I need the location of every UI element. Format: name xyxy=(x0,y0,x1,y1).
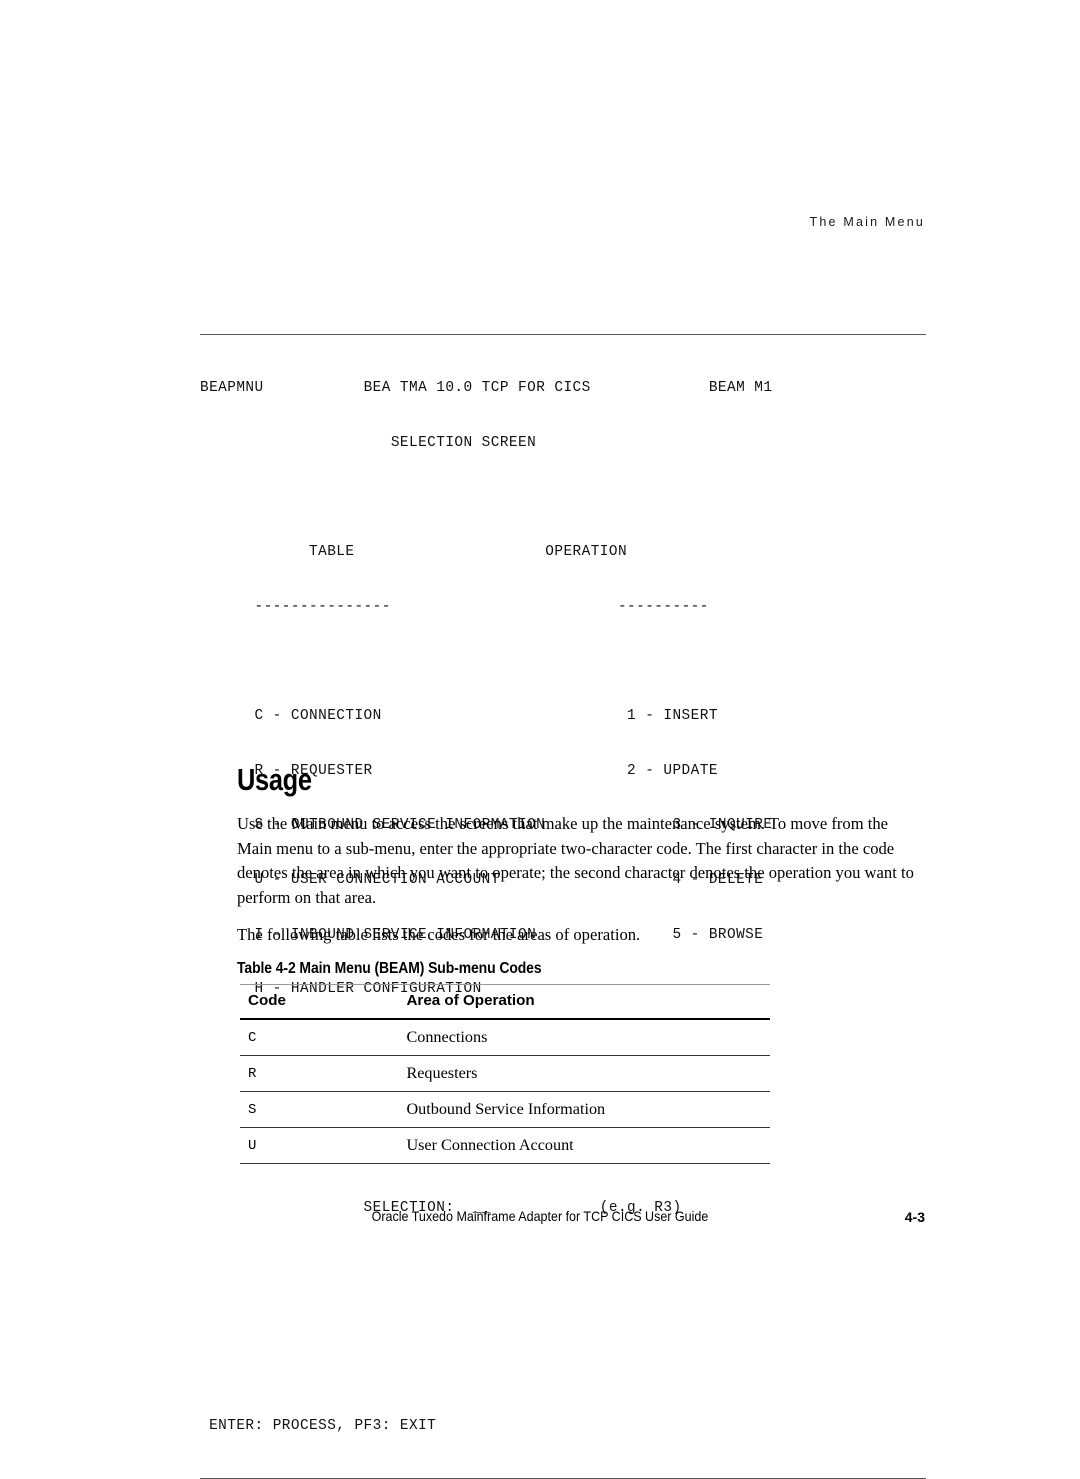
terminal-table-option-1[interactable]: C - CONNECTION xyxy=(255,708,382,724)
terminal-column-headings-line: TABLE OPERATION xyxy=(200,543,926,561)
table-cell-code: R xyxy=(240,1055,399,1092)
section-heading-usage: Usage xyxy=(237,762,312,797)
terminal-function-keys-line: ENTER: PROCESS, PF3: EXIT xyxy=(200,1417,926,1435)
terminal-header-right: BEAM M1 xyxy=(708,380,773,397)
terminal-blank-line-1 xyxy=(200,489,926,507)
terminal-header-gap-2 xyxy=(591,380,709,396)
terminal-option-indent xyxy=(200,708,255,724)
terminal-header-left: BEAPMNU xyxy=(200,380,264,397)
terminal-option-gap-2 xyxy=(373,763,627,779)
terminal-option-gap-1 xyxy=(382,708,627,724)
terminal-operation-option-2[interactable]: 2 - UPDATE xyxy=(627,763,718,779)
table-header-area-of-operation: Area of Operation xyxy=(398,984,770,1020)
terminal-fkeys-indent xyxy=(200,1418,209,1434)
table-header-row: Code Area of Operation xyxy=(240,984,770,1020)
table-cell-area: Outbound Service Information xyxy=(398,1091,770,1128)
terminal-function-keys: ENTER: PROCESS, PF3: EXIT xyxy=(209,1417,437,1434)
table-cell-code: S xyxy=(240,1091,399,1128)
footer-document-title: Oracle Tuxedo Mainframe Adapter for TCP … xyxy=(371,1209,709,1224)
table-cell-code: C xyxy=(240,1019,399,1056)
terminal-col-operation-heading: OPERATION xyxy=(545,544,628,561)
running-head: The Main Menu xyxy=(809,215,925,229)
terminal-subtitle-indent xyxy=(200,435,391,451)
terminal-col-operation-rule: ---------- xyxy=(617,598,709,615)
terminal-operation-option-1[interactable]: 1 - INSERT xyxy=(627,708,718,724)
terminal-subtitle-line: SELECTION SCREEN xyxy=(200,434,926,452)
table-cell-area: User Connection Account xyxy=(398,1127,770,1164)
usage-paragraph-2: The following table lists the codes for … xyxy=(237,925,641,944)
terminal-heading-gap xyxy=(354,544,545,560)
table-body: C Connections R Requesters S Outbound Se… xyxy=(240,1019,770,1164)
usage-body: Use the Main menu to access the screens … xyxy=(237,812,922,961)
terminal-blank-line-6 xyxy=(200,1253,926,1271)
terminal-header-line: BEAPMNU BEA TMA 10.0 TCP FOR CICS BEAM M… xyxy=(200,379,926,397)
terminal-option-row: C - CONNECTION 1 - INSERT xyxy=(200,707,926,725)
table-row: U User Connection Account xyxy=(240,1127,770,1164)
terminal-blank-line-7 xyxy=(200,1308,926,1326)
sub-menu-codes-table: Code Area of Operation C Connections R R… xyxy=(240,984,770,1164)
table-header-code: Code xyxy=(240,984,399,1020)
table-row: S Outbound Service Information xyxy=(240,1091,770,1128)
table-cell-area: Connections xyxy=(398,1019,770,1056)
page-number: 4-3 xyxy=(904,1209,925,1225)
table-cell-code: U xyxy=(240,1127,399,1164)
usage-paragraph-1: Use the Main menu to access the screens … xyxy=(237,814,914,907)
terminal-header-gap-1 xyxy=(264,380,364,396)
terminal-rule-indent xyxy=(200,599,255,615)
terminal-col-table-heading: TABLE xyxy=(309,544,355,561)
terminal-rule-gap xyxy=(391,599,618,615)
terminal-heading-indent-1 xyxy=(200,544,309,560)
table-row: R Requesters xyxy=(240,1055,770,1092)
terminal-header-center: BEA TMA 10.0 TCP FOR CICS xyxy=(363,380,591,397)
terminal-blank-line-2 xyxy=(200,652,926,670)
terminal-subtitle: SELECTION SCREEN xyxy=(390,435,537,452)
table-row: C Connections xyxy=(240,1019,770,1056)
terminal-column-rules-line: --------------- ---------- xyxy=(200,598,926,616)
table-cell-area: Requesters xyxy=(398,1055,770,1092)
terminal-blank-line-8 xyxy=(200,1362,926,1380)
table-head: Code Area of Operation xyxy=(240,984,770,1020)
table-caption: Table 4-2 Main Menu (BEAM) Sub-menu Code… xyxy=(237,960,542,977)
terminal-col-table-rule: --------------- xyxy=(254,598,391,615)
